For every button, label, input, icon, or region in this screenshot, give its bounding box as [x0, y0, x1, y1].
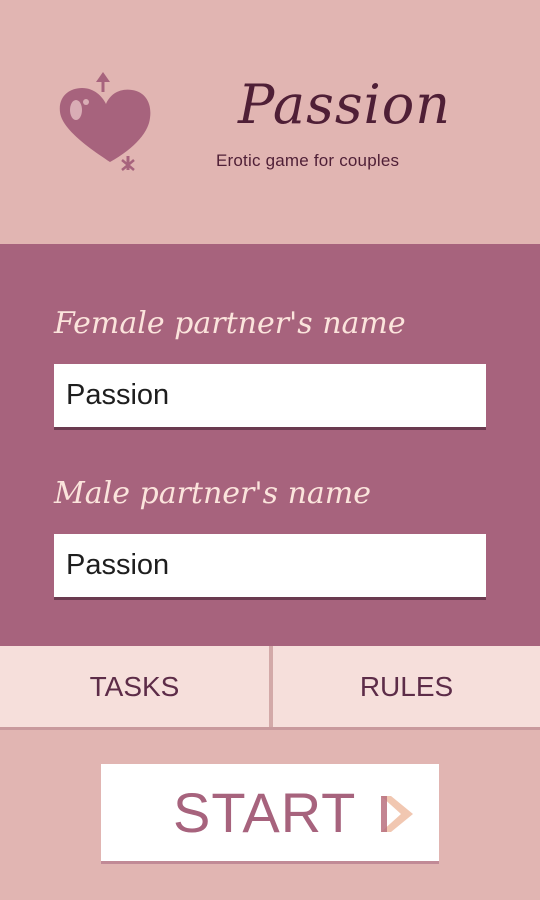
male-name-input[interactable]	[54, 534, 486, 600]
female-name-label: Female partner's name	[54, 306, 406, 341]
tab-bar: TASKS RULES	[0, 646, 540, 730]
female-name-input[interactable]	[54, 364, 486, 430]
app-subtitle: Erotic game for couples	[216, 151, 400, 170]
heart-gender-icon	[59, 72, 151, 171]
tasks-button[interactable]: TASKS	[0, 646, 269, 727]
start-label: START	[173, 781, 357, 844]
app-header: Passion Erotic game for couples	[0, 0, 540, 244]
male-name-label: Male partner's name	[54, 476, 371, 511]
chevron-right-icon	[381, 796, 413, 832]
app-title: Passion	[238, 73, 452, 136]
rules-button[interactable]: RULES	[273, 646, 540, 727]
start-button[interactable]: START	[101, 764, 439, 864]
